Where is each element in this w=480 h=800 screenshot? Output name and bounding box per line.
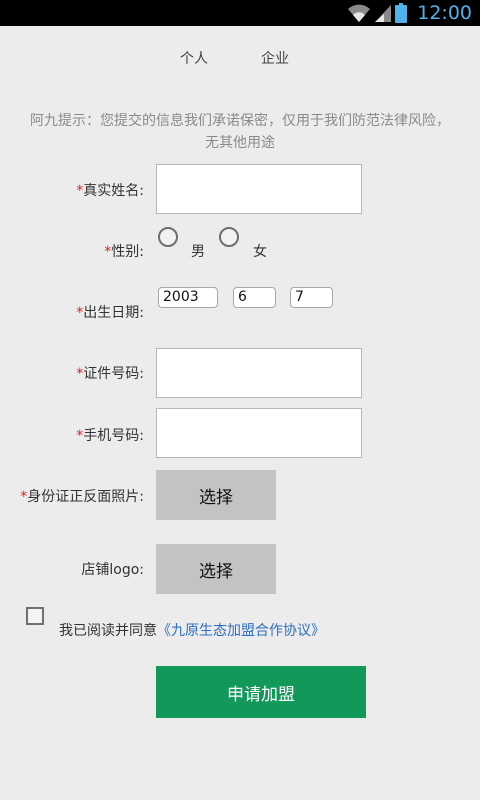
status-icons: 12:00 [344,0,480,26]
gender-male-label: 男 [191,244,205,260]
id-photo-choose-button[interactable]: 选择 [156,470,276,520]
name-label: *真实姓名: [76,183,144,199]
logo-choose-button[interactable]: 选择 [156,544,276,594]
birth-month-input[interactable]: 6 [233,287,276,308]
account-type-tabs: 个人 企业 [0,48,480,70]
gender-female-label: 女 [253,244,267,260]
apply-join-button[interactable]: 申请加盟 [156,666,366,718]
status-bar: 12:00 [0,0,480,26]
signal-icon [375,5,392,22]
id-photo-label: *身份证正反面照片: [20,489,144,505]
privacy-tip: 阿九提示：您提交的信息我们承诺保密，仅用于我们防范法律风险，无其他用途 [30,113,450,151]
tab-enterprise[interactable]: 企业 [261,48,289,68]
id-number-label: *证件号码: [76,366,144,382]
agreement-link[interactable]: 《九原生态加盟合作协议》 [157,623,325,639]
phone-label: *手机号码: [76,428,144,444]
agreement-text: 我已阅读并同意《九原生态加盟合作协议》 [59,623,325,639]
birth-day-input[interactable]: 7 [290,287,333,308]
birth-year-input[interactable]: 2003 [158,287,218,308]
wifi-icon [348,4,371,22]
phone-input[interactable] [156,408,362,458]
id-number-input[interactable] [156,348,362,398]
gender-female-radio[interactable] [219,227,239,247]
name-input[interactable] [156,164,362,214]
status-time: 12:00 [417,2,472,24]
battery-icon [395,3,408,23]
gender-label: *性别: [104,244,144,260]
tab-personal[interactable]: 个人 [180,48,208,68]
birth-label: *出生日期: [76,305,144,321]
gender-male-radio[interactable] [158,227,178,247]
agree-checkbox[interactable] [26,607,44,625]
logo-label: 店铺logo: [81,562,144,578]
